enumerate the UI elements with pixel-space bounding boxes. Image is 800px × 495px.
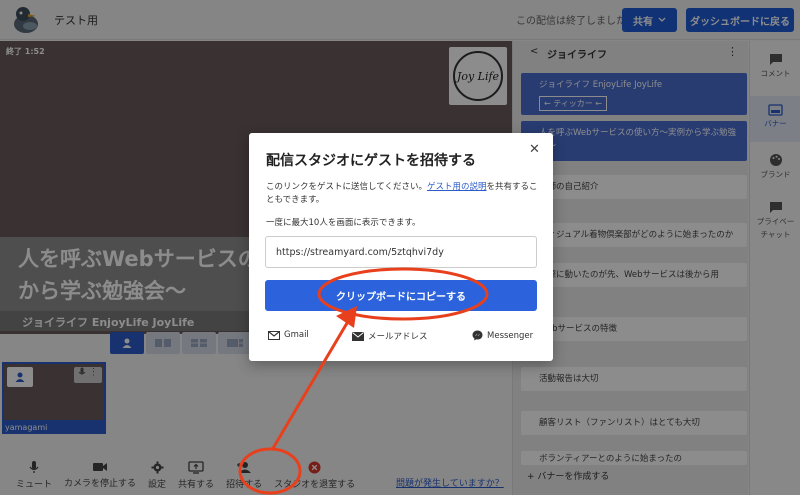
invite-url-field[interactable] [265,236,537,268]
messenger-icon [472,330,483,341]
dialog-title: 配信スタジオにゲストを招待する [266,153,476,169]
gmail-icon [268,330,280,340]
copy-to-clipboard-button[interactable]: クリップボードにコピーする [265,280,537,311]
share-messenger-label: Messenger [487,330,534,341]
share-gmail-label: Gmail [284,330,309,340]
invite-guest-dialog: 配信スタジオにゲストを招待する ✕ このリンクをゲストに送信してください。ゲスト… [249,133,553,361]
share-email-button[interactable]: メールアドレス [352,330,428,342]
share-options: Gmail メールアドレス Messenger [266,330,538,346]
envelope-icon [352,331,364,341]
description-text: このリンクをゲストに送信してください。 [266,182,427,192]
share-email-label: メールアドレス [368,332,428,342]
share-gmail-button[interactable]: Gmail [268,330,309,340]
close-icon[interactable]: ✕ [529,142,540,157]
guest-limit-note: 一度に最大10人を画面に表示できます。 [266,218,421,228]
share-messenger-button[interactable]: Messenger [472,330,533,341]
guest-instructions-link[interactable]: ゲスト用の説明 [427,182,487,192]
dialog-description: このリンクをゲストに送信してください。ゲスト用の説明を共有することもできます。 [266,181,540,207]
